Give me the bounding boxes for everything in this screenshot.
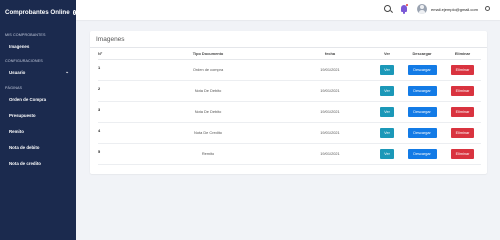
cell-num: 4 bbox=[98, 122, 130, 144]
sidebar-item-label: Nota de credito bbox=[9, 160, 41, 166]
column-header-fecha: fecha bbox=[286, 48, 374, 60]
cell-tipo: Nota De Debito bbox=[130, 101, 286, 123]
cell-tipo: Orden de compra bbox=[130, 59, 286, 81]
ver-button[interactable]: Ver bbox=[380, 127, 394, 138]
cell-ver: Ver bbox=[374, 80, 400, 102]
eliminar-button[interactable]: Eliminar bbox=[451, 85, 474, 96]
brand-title: Comprobantes Online bbox=[5, 8, 70, 16]
ver-button[interactable]: Ver bbox=[380, 148, 394, 159]
table-row: 1 Orden de compra 19/01/2021 Ver Descarg… bbox=[98, 59, 481, 81]
sidebar-item-label: Remito bbox=[9, 128, 24, 134]
cell-num: 5 bbox=[98, 143, 130, 165]
table-row: 3 Nota De Debito 19/01/2021 Ver Descarga… bbox=[98, 101, 481, 123]
user-email[interactable]: email.ejemplo@gmail.com bbox=[431, 7, 478, 12]
column-header-eliminar: Eliminar bbox=[444, 48, 481, 60]
column-header-num: N° bbox=[98, 48, 130, 60]
chevron-down-icon: ⌄ bbox=[65, 69, 69, 74]
sidebar-item-presupuesto[interactable]: Presupuesto bbox=[0, 111, 76, 119]
cell-fecha: 19/01/2021 bbox=[286, 101, 374, 123]
cell-descargar: Descargar bbox=[400, 143, 444, 165]
column-header-descargar: Descargar bbox=[400, 48, 444, 60]
sidebar-item-label: Orden de Compra bbox=[9, 96, 47, 102]
cell-num: 2 bbox=[98, 80, 130, 102]
sidebar-item-label: Nota de debito bbox=[9, 144, 40, 150]
cell-eliminar: Eliminar bbox=[444, 143, 481, 165]
eliminar-button[interactable]: Eliminar bbox=[451, 106, 474, 117]
sidebar-item-remito[interactable]: Remito bbox=[0, 127, 76, 135]
column-header-tipo: Tipo Documento bbox=[130, 48, 286, 60]
sidebar-item-nota-de-credito[interactable]: Nota de credito bbox=[0, 159, 76, 167]
sidebar-item-orden-de-compra[interactable]: Orden de Compra bbox=[0, 95, 76, 103]
cell-fecha: 19/01/2021 bbox=[286, 143, 374, 165]
cell-ver: Ver bbox=[374, 101, 400, 123]
cell-fecha: 19/01/2021 bbox=[286, 80, 374, 102]
search-icon[interactable] bbox=[384, 5, 391, 12]
table-row: 4 Nota De Credito 19/01/2021 Ver Descarg… bbox=[98, 122, 481, 144]
sidebar-item-label: Presupuesto bbox=[9, 112, 36, 118]
descargar-button[interactable]: Descargar bbox=[407, 106, 437, 117]
eliminar-button[interactable]: Eliminar bbox=[451, 148, 474, 159]
cell-eliminar: Eliminar bbox=[444, 101, 481, 123]
cell-tipo: Nota De Debito bbox=[130, 80, 286, 102]
sidebar-item-imagenes[interactable]: Imagenes bbox=[0, 42, 76, 50]
cell-tipo: Remito bbox=[130, 143, 286, 165]
avatar[interactable] bbox=[417, 3, 427, 14]
cell-descargar: Descargar bbox=[400, 122, 444, 144]
cell-ver: Ver bbox=[374, 59, 400, 81]
topbar: email.ejemplo@gmail.com bbox=[76, 0, 500, 20]
ver-button[interactable]: Ver bbox=[380, 106, 394, 117]
cell-num: 1 bbox=[98, 59, 130, 81]
cell-descargar: Descargar bbox=[400, 80, 444, 102]
cell-num: 3 bbox=[98, 101, 130, 123]
table-row: 2 Nota De Debito 19/01/2021 Ver Descarga… bbox=[98, 80, 481, 102]
gear-icon[interactable] bbox=[485, 5, 490, 11]
brand[interactable]: Comprobantes Online ‹ bbox=[0, 0, 76, 24]
notification-dot bbox=[406, 4, 408, 6]
eliminar-button[interactable]: Eliminar bbox=[451, 127, 474, 138]
cell-descargar: Descargar bbox=[400, 59, 444, 81]
cell-fecha: 19/01/2021 bbox=[286, 122, 374, 144]
cell-eliminar: Eliminar bbox=[444, 122, 481, 144]
descargar-button[interactable]: Descargar bbox=[407, 127, 437, 138]
sidebar-item-nota-de-debito[interactable]: Nota de debito bbox=[0, 143, 76, 151]
descargar-button[interactable]: Descargar bbox=[407, 64, 437, 75]
imagenes-card: Imagenes N° Tipo Documento fecha Ver Des… bbox=[90, 31, 487, 174]
cell-descargar: Descargar bbox=[400, 101, 444, 123]
sidebar-item-label: Usuario bbox=[9, 69, 26, 75]
cell-tipo: Nota De Credito bbox=[130, 122, 286, 144]
sidebar: Comprobantes Online ‹ MIS COMPROBANTES I… bbox=[0, 0, 76, 240]
documents-table: N° Tipo Documento fecha Ver Descargar El… bbox=[98, 48, 481, 165]
cell-eliminar: Eliminar bbox=[444, 80, 481, 102]
table-row: 5 Remito 19/01/2021 Ver Descargar Elimin… bbox=[98, 143, 481, 165]
sidebar-item-usuario[interactable]: Usuario ⌄ bbox=[0, 68, 76, 76]
eliminar-button[interactable]: Eliminar bbox=[451, 64, 474, 75]
column-header-ver: Ver bbox=[374, 48, 400, 60]
table-header-row: N° Tipo Documento fecha Ver Descargar El… bbox=[98, 48, 481, 60]
ver-button[interactable]: Ver bbox=[380, 85, 394, 96]
sidebar-item-label: Imagenes bbox=[9, 43, 30, 49]
descargar-button[interactable]: Descargar bbox=[407, 85, 437, 96]
page-title: Imagenes bbox=[96, 36, 125, 43]
bell-icon[interactable] bbox=[401, 5, 407, 14]
descargar-button[interactable]: Descargar bbox=[407, 148, 437, 159]
cell-fecha: 19/01/2021 bbox=[286, 59, 374, 81]
cell-ver: Ver bbox=[374, 122, 400, 144]
cell-eliminar: Eliminar bbox=[444, 59, 481, 81]
ver-button[interactable]: Ver bbox=[380, 64, 394, 75]
cell-ver: Ver bbox=[374, 143, 400, 165]
